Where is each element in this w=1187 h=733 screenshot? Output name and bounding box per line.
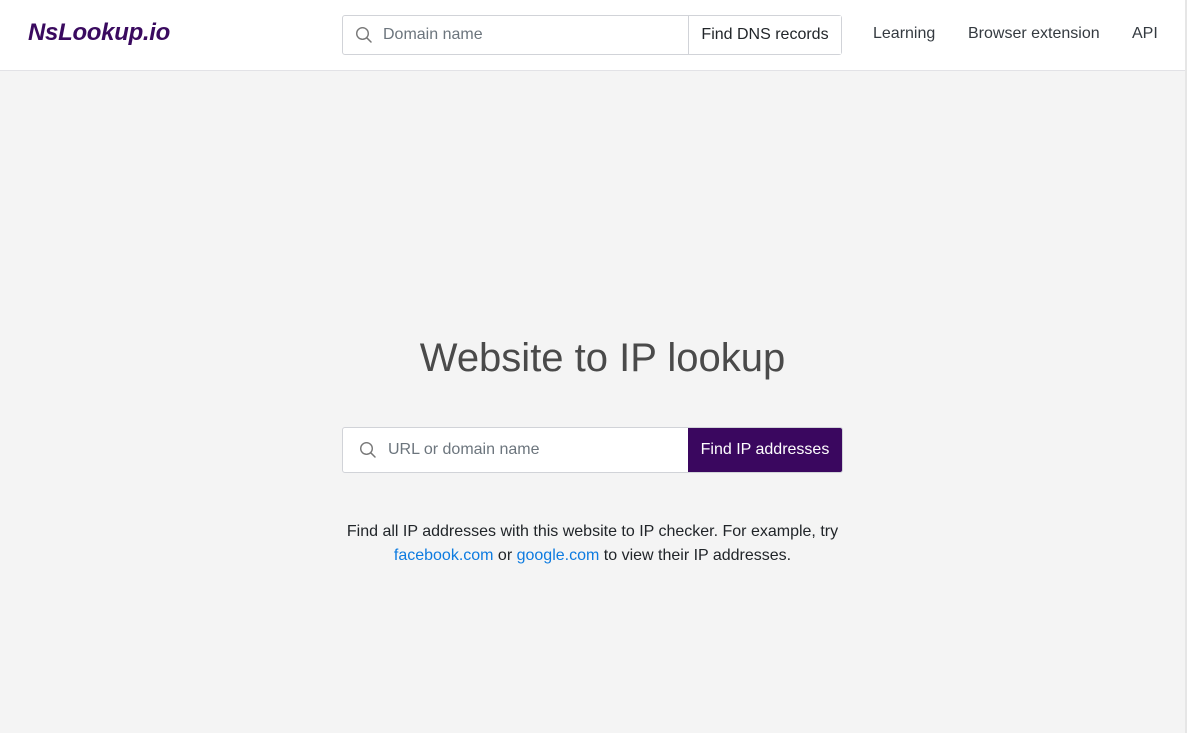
dns-search-form: Find DNS records [342, 15, 842, 55]
nav-link-learning[interactable]: Learning [873, 25, 935, 43]
ip-lookup-form: Find IP addresses [342, 427, 843, 473]
top-navbar: NsLookup.io Find DNS records Learning Br… [0, 0, 1185, 71]
nav-link-api[interactable]: API [1132, 25, 1158, 43]
example-link-facebook[interactable]: facebook.com [394, 547, 494, 564]
nav-link-browser-extension[interactable]: Browser extension [968, 25, 1100, 43]
page: NsLookup.io Find DNS records Learning Br… [0, 0, 1185, 733]
description-tail: to view their IP addresses. [599, 547, 792, 564]
url-or-domain-input[interactable] [388, 428, 688, 472]
description-text: Find all IP addresses with this website … [346, 523, 839, 540]
search-icon [343, 428, 388, 472]
site-logo[interactable]: NsLookup.io [28, 19, 170, 47]
find-dns-records-button[interactable]: Find DNS records [688, 16, 841, 54]
description: Find all IP addresses with this website … [0, 520, 1185, 568]
find-ip-addresses-button[interactable]: Find IP addresses [688, 428, 842, 472]
example-link-google[interactable]: google.com [517, 547, 600, 564]
search-icon [343, 16, 381, 54]
page-title: Website to IP lookup [419, 336, 786, 380]
domain-name-input[interactable] [381, 16, 688, 54]
description-connector: or [493, 547, 517, 564]
